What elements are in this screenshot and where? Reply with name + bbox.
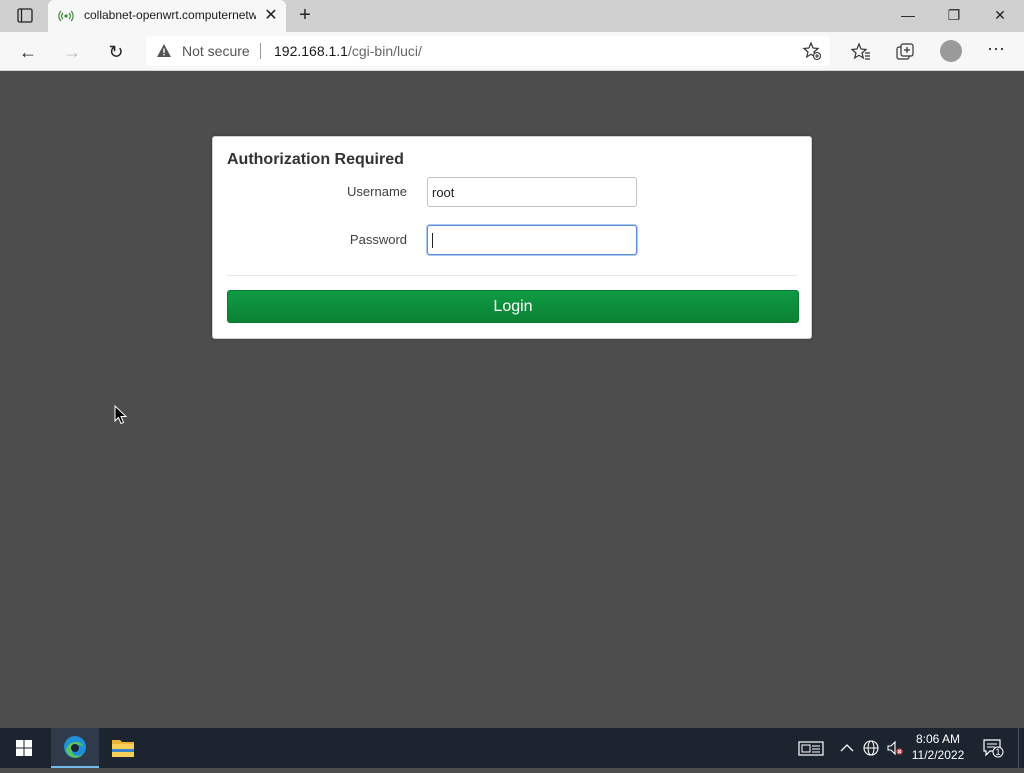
more-icon[interactable]: ··· — [984, 38, 1008, 62]
username-label: Username — [347, 184, 407, 199]
tab-actions-icon[interactable] — [10, 6, 38, 26]
profile-icon[interactable] — [940, 40, 962, 62]
login-title: Authorization Required — [227, 151, 404, 168]
speaker-muted-icon[interactable] — [886, 739, 904, 757]
clock-time: 8:06 AM — [915, 732, 961, 746]
tab-title: collabnet-openwrt.computernetw — [84, 8, 256, 22]
browser-tab[interactable]: collabnet-openwrt.computernetw ✕ — [48, 0, 286, 32]
taskbar: 8:06 AM 11/2/2022 1 — [0, 728, 1024, 768]
text-caret — [432, 233, 433, 248]
login-card: Authorization Required Username root Pas… — [212, 136, 812, 339]
file-explorer-icon[interactable] — [99, 728, 147, 768]
browser-toolbar: ← → ↻ Not secure 192.168.1.1/cgi-bin/luc… — [0, 32, 1024, 71]
form-divider — [227, 275, 797, 276]
edge-icon[interactable] — [51, 728, 99, 768]
page-content: Authorization Required Username root Pas… — [0, 72, 1024, 728]
maximize-button[interactable]: ❐ — [942, 4, 966, 26]
minimize-button[interactable]: — — [896, 4, 920, 26]
address-bar[interactable]: Not secure 192.168.1.1/cgi-bin/luci/ — [146, 36, 830, 66]
url-text[interactable]: 192.168.1.1/cgi-bin/luci/ — [274, 43, 422, 59]
collections-icon[interactable] — [894, 41, 916, 63]
windows-start-icon[interactable] — [0, 728, 48, 768]
notification-count: 1 — [995, 747, 1001, 757]
refresh-icon[interactable]: ↻ — [104, 40, 128, 64]
url-path: /cgi-bin/luci/ — [347, 43, 422, 59]
show-desktop-button[interactable] — [1018, 728, 1024, 768]
clock-date: 11/2/2022 — [911, 748, 965, 762]
favorites-icon[interactable] — [850, 41, 872, 63]
keyboard-icon[interactable] — [798, 739, 824, 757]
username-field[interactable]: root — [427, 177, 637, 207]
plus-icon[interactable]: + — [294, 5, 316, 27]
security-label[interactable]: Not secure — [182, 43, 250, 59]
notification-icon[interactable]: 1 — [982, 738, 1004, 758]
tab-bar: collabnet-openwrt.computernetw ✕ + — ❐ ✕ — [0, 0, 1024, 32]
forward-icon[interactable]: → — [60, 40, 84, 64]
warning-icon[interactable] — [156, 43, 172, 59]
network-icon[interactable] — [862, 739, 880, 757]
password-label: Password — [349, 232, 407, 247]
url-host: 192.168.1.1 — [274, 43, 348, 59]
mouse-pointer-icon — [114, 404, 128, 425]
login-button[interactable]: Login — [227, 290, 799, 323]
window-close-button[interactable]: ✕ — [988, 4, 1012, 26]
close-icon[interactable]: ✕ — [262, 7, 280, 25]
address-divider — [260, 43, 261, 59]
system-clock[interactable]: 8:06 AM 11/2/2022 — [906, 731, 970, 763]
back-icon[interactable]: ← — [16, 40, 40, 64]
chevron-up-icon[interactable] — [838, 739, 856, 757]
add-favorite-icon[interactable] — [802, 41, 822, 61]
password-field[interactable] — [427, 225, 637, 255]
wifi-icon — [58, 8, 74, 24]
